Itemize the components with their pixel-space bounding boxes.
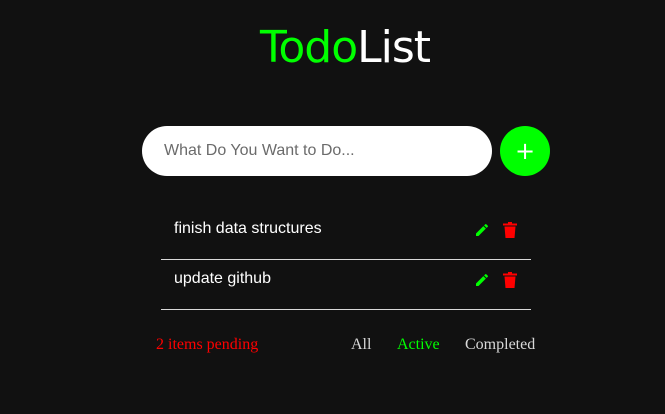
- todo-text: update github: [174, 270, 271, 287]
- add-todo-button[interactable]: +: [500, 126, 550, 176]
- todo-input[interactable]: [142, 126, 492, 176]
- trash-icon[interactable]: [503, 222, 517, 238]
- pencil-icon[interactable]: [474, 272, 490, 288]
- trash-icon[interactable]: [503, 272, 517, 288]
- todo-item: update github: [161, 260, 531, 310]
- app-title-accent: Todo: [259, 22, 358, 73]
- filter-completed[interactable]: Completed: [465, 336, 535, 354]
- app-title-rest: List: [357, 22, 431, 73]
- todo-list: finish data structures update github: [161, 210, 531, 310]
- pencil-icon[interactable]: [474, 222, 490, 238]
- todo-input-row: +: [142, 126, 552, 176]
- filter-all[interactable]: All: [351, 336, 371, 354]
- app-title: TodoList: [0, 22, 665, 74]
- filter-active[interactable]: Active: [397, 336, 440, 354]
- todo-item: finish data structures: [161, 210, 531, 260]
- todo-text: finish data structures: [174, 220, 322, 237]
- pending-count: 2 items pending: [156, 336, 259, 353]
- todo-footer: 2 items pending All Active Completed: [0, 336, 665, 356]
